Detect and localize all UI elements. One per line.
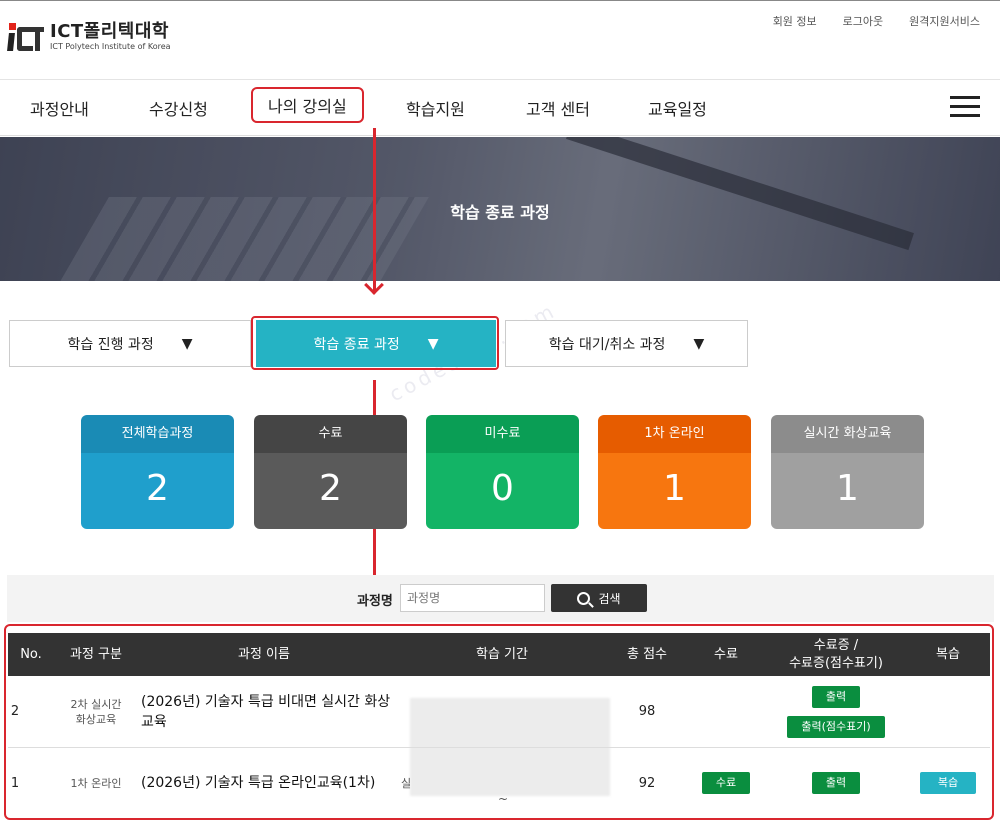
logo[interactable]: ICT폴리텍대학 ICT Polytech Institute of Korea	[7, 21, 171, 53]
member-info-link[interactable]: 회원 정보	[773, 13, 817, 29]
row-complete: 수료	[688, 748, 764, 818]
row-type: 1차 온라인	[70, 776, 122, 790]
stat-total: 전체학습과정 2	[81, 415, 234, 529]
print-certificate-score-button[interactable]: 출력(점수표기)	[787, 715, 885, 738]
row-score: 92	[638, 775, 656, 791]
remote-support-link[interactable]: 원격지원서비스	[909, 13, 980, 29]
logo-name: ICT폴리텍대학	[50, 21, 169, 42]
header-bar: ICT폴리텍대학 ICT Polytech Institute of Korea…	[0, 0, 1000, 80]
col-period: 학습 기간	[476, 646, 528, 662]
logo-subtitle: ICT Polytech Institute of Korea	[50, 42, 171, 51]
page-banner: 학습 종료 과정	[0, 137, 1000, 281]
annotation-arrow	[373, 128, 376, 292]
row-period-tilde: ~	[498, 792, 509, 806]
logo-icon	[7, 21, 44, 53]
page-title: 학습 종료 과정	[450, 203, 550, 222]
complete-button[interactable]: 수료	[701, 772, 751, 794]
stat-label: 전체학습과정	[81, 415, 234, 453]
tab-label: 학습 진행 과정	[67, 336, 154, 353]
stat-value: 2	[81, 453, 234, 529]
col-review: 복습	[936, 646, 960, 662]
row-name-cell: (2026년) 기술자 특급 온라인교육(1차)	[141, 748, 396, 818]
row-type: 2차 실시간 화상교육	[70, 697, 122, 726]
nav-course-info[interactable]: 과정안내	[30, 96, 89, 120]
row-no: 2	[10, 704, 20, 719]
tab-label: 학습 대기/취소 과정	[548, 336, 666, 353]
menu-icon[interactable]	[950, 96, 980, 118]
row-name-cell: (2026년) 기술자 특급 비대면 실시간 화상교육	[141, 676, 396, 747]
nav-enrollment[interactable]: 수강신청	[149, 96, 208, 120]
top-links: 회원 정보 로그아웃 원격지원서비스	[773, 13, 980, 29]
stat-online: 1차 온라인 1	[598, 415, 751, 529]
col-name: 과정 이름	[238, 646, 290, 662]
nav-schedule[interactable]: 교육일정	[648, 96, 707, 120]
table-header: No. 과정 구분 과정 이름 학습 기간 총 점수 수료 수료증 / 수료증(…	[8, 633, 990, 676]
col-score: 총 점수	[626, 646, 667, 662]
search-button-label: 검색	[598, 591, 621, 606]
annotation-highlight	[251, 316, 499, 370]
print-certificate-button[interactable]: 출력	[811, 772, 861, 794]
stat-value: 2	[254, 453, 407, 529]
col-type: 과정 구분	[70, 646, 122, 662]
row-review: 복습	[908, 748, 988, 818]
stat-value: 1	[598, 453, 751, 529]
stat-label: 실시간 화상교육	[771, 415, 924, 453]
course-name-link[interactable]: (2026년) 기술자 특급 온라인교육(1차)	[141, 773, 375, 793]
main-nav: 과정안내 수강신청 나의 강의실 학습지원 고객 센터 교육일정	[0, 80, 1000, 136]
search-input[interactable]	[400, 584, 545, 612]
stat-completed: 수료 2	[254, 415, 407, 529]
stat-label: 수료	[254, 415, 407, 453]
stat-label: 미수료	[426, 415, 579, 453]
col-complete: 수료	[714, 646, 738, 662]
row-certificate: 출력	[771, 748, 901, 818]
triangle-down-icon: ▼	[693, 335, 705, 352]
course-name-link[interactable]: (2026년) 기술자 특급 비대면 실시간 화상교육	[141, 692, 396, 732]
stat-live-video: 실시간 화상교육 1	[771, 415, 924, 529]
row-certificate: 출력 출력(점수표기)	[771, 676, 901, 747]
tab-waiting-cancelled[interactable]: 학습 대기/취소 과정 ▼	[505, 320, 748, 367]
row-period-prefix: 실	[400, 776, 412, 790]
row-no: 1	[10, 775, 20, 791]
triangle-down-icon: ▼	[181, 335, 193, 352]
tab-in-progress[interactable]: 학습 진행 과정 ▼	[9, 320, 251, 367]
search-label: 과정명	[357, 594, 393, 609]
search-button[interactable]: 검색	[551, 584, 647, 612]
nav-learning-support[interactable]: 학습지원	[406, 96, 465, 120]
table-row: 1 1차 온라인 (2026년) 기술자 특급 온라인교육(1차) 실 ~ 92…	[8, 748, 990, 818]
stat-label: 1차 온라인	[598, 415, 751, 453]
col-no: No.	[20, 646, 42, 662]
search-icon	[577, 591, 591, 605]
print-certificate-button[interactable]: 출력	[811, 685, 861, 708]
row-score: 98	[638, 704, 656, 719]
review-button[interactable]: 복습	[919, 772, 977, 794]
nav-my-classroom[interactable]: 나의 강의실	[251, 87, 364, 123]
table-row: 2 2차 실시간 화상교육 (2026년) 기술자 특급 비대면 실시간 화상교…	[8, 676, 990, 748]
logout-link[interactable]: 로그아웃	[843, 13, 883, 29]
stat-value: 0	[426, 453, 579, 529]
nav-customer-center[interactable]: 고객 센터	[526, 96, 590, 120]
stat-value: 1	[771, 453, 924, 529]
col-certificate: 수료증 / 수료증(점수표기)	[789, 637, 883, 671]
stat-not-completed: 미수료 0	[426, 415, 579, 529]
